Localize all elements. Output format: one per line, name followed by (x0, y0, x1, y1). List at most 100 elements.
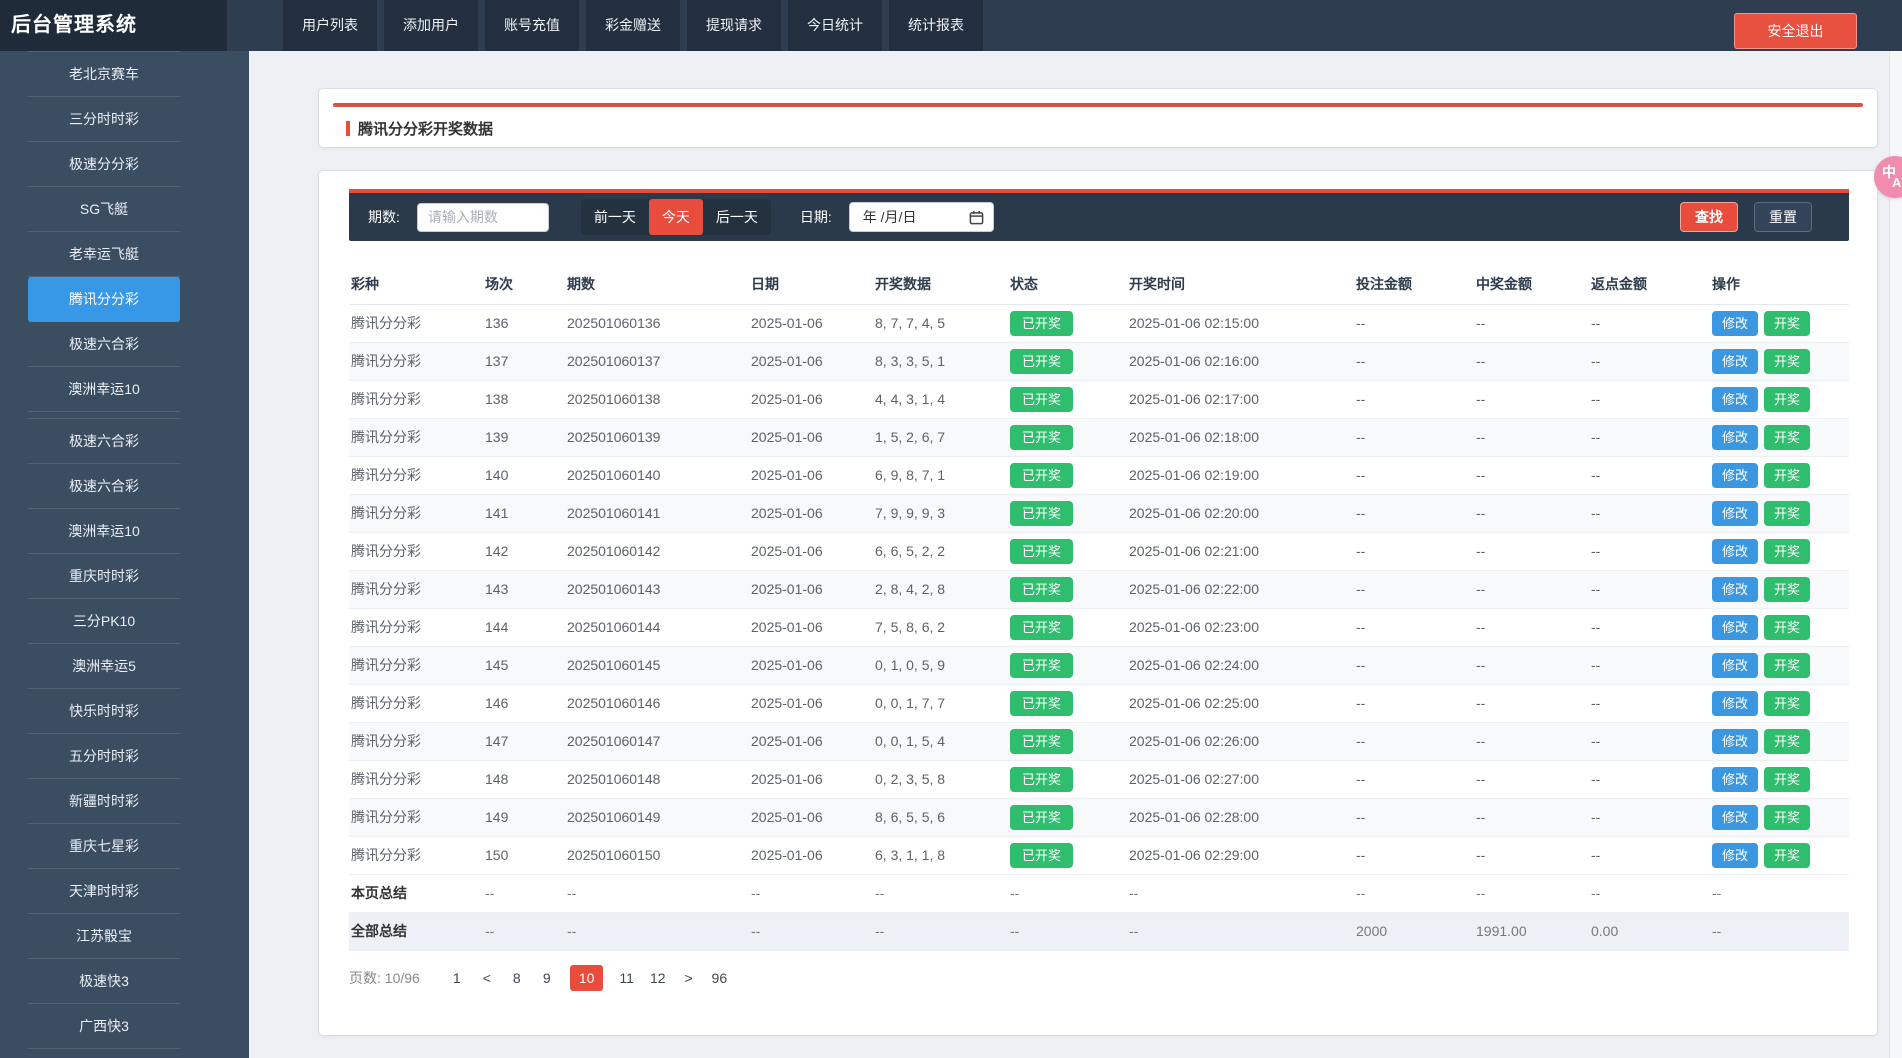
draw-button[interactable]: 开奖 (1764, 425, 1810, 450)
logout-button[interactable]: 安全退出 (1734, 13, 1857, 49)
edit-button[interactable]: 修改 (1712, 501, 1758, 526)
draw-button[interactable]: 开奖 (1764, 501, 1810, 526)
sidebar-item[interactable]: 极速六合彩 (28, 322, 180, 367)
page-button[interactable]: 96 (712, 970, 728, 986)
sidebar-item[interactable]: 快乐时时彩 (28, 689, 180, 734)
sidebar-item[interactable]: 极速分分彩 (28, 142, 180, 187)
draw-button[interactable]: 开奖 (1764, 539, 1810, 564)
page-button[interactable]: 8 (510, 970, 524, 986)
draw-button[interactable]: 开奖 (1764, 843, 1810, 868)
cell-time: 2025-01-06 02:23:00 (1127, 608, 1354, 646)
nav-item[interactable]: 今日统计 (788, 0, 882, 51)
draw-button[interactable]: 开奖 (1764, 387, 1810, 412)
draw-button[interactable]: 开奖 (1764, 577, 1810, 602)
cell-issue: 202501060148 (565, 760, 749, 798)
draw-button[interactable]: 开奖 (1764, 311, 1810, 336)
draw-button[interactable]: 开奖 (1764, 767, 1810, 792)
issue-input[interactable] (417, 203, 549, 232)
edit-button[interactable]: 修改 (1712, 691, 1758, 716)
sidebar-item[interactable]: SG飞艇 (28, 187, 180, 232)
sidebar-item[interactable]: 重庆时时彩 (28, 554, 180, 599)
cell-date: 2025-01-06 (749, 722, 873, 760)
cell-issue: 202501060146 (565, 684, 749, 722)
sidebar-item[interactable]: 极速六合彩 (28, 464, 180, 509)
date-input[interactable]: 年 /月/日 (849, 202, 994, 232)
edit-button[interactable]: 修改 (1712, 729, 1758, 754)
draw-button[interactable]: 开奖 (1764, 729, 1810, 754)
draw-button[interactable]: 开奖 (1764, 691, 1810, 716)
search-button[interactable]: 查找 (1680, 202, 1738, 232)
edit-button[interactable]: 修改 (1712, 767, 1758, 792)
page-button[interactable]: 11 (619, 970, 634, 986)
day-button[interactable]: 前一天 (581, 199, 649, 235)
nav-item[interactable]: 用户列表 (283, 0, 377, 51)
table-row: 腾讯分分彩1462025010601462025-01-060, 0, 1, 7… (349, 684, 1849, 722)
cell-numbers: 8, 3, 3, 5, 1 (873, 342, 1008, 380)
table-body: 腾讯分分彩1362025010601362025-01-068, 7, 7, 4… (349, 304, 1849, 950)
cell-actions: 修改开奖 (1710, 342, 1849, 380)
draw-button[interactable]: 开奖 (1764, 805, 1810, 830)
edit-button[interactable]: 修改 (1712, 463, 1758, 488)
day-button[interactable]: 今天 (649, 199, 703, 235)
nav-item[interactable]: 账号充值 (485, 0, 579, 51)
edit-button[interactable]: 修改 (1712, 653, 1758, 678)
draw-button[interactable]: 开奖 (1764, 349, 1810, 374)
draw-button[interactable]: 开奖 (1764, 615, 1810, 640)
page-button[interactable]: 10 (570, 965, 604, 991)
sidebar-item[interactable]: 三分时时彩 (28, 97, 180, 142)
sidebar-item[interactable]: 腾讯分分彩 (28, 277, 180, 322)
edit-button[interactable]: 修改 (1712, 387, 1758, 412)
cell-rebate: -- (1589, 760, 1710, 798)
edit-button[interactable]: 修改 (1712, 349, 1758, 374)
results-table: 彩种场次期数日期开奖数据状态开奖时间投注金额中奖金额返点金额操作 腾讯分分彩13… (349, 265, 1849, 951)
edit-button[interactable]: 修改 (1712, 539, 1758, 564)
edit-button[interactable]: 修改 (1712, 425, 1758, 450)
sidebar-item[interactable]: 广西快3 (28, 1004, 180, 1049)
cell-actions: 修改开奖 (1710, 494, 1849, 532)
cell-bet: -- (1354, 874, 1474, 912)
page-button[interactable]: 9 (540, 970, 554, 986)
edit-button[interactable]: 修改 (1712, 311, 1758, 336)
nav-item[interactable]: 提现请求 (687, 0, 781, 51)
scrollbar-track[interactable] (1889, 51, 1902, 1058)
sidebar-item[interactable]: 重庆七星彩 (28, 824, 180, 869)
cell-numbers: 2, 8, 4, 2, 8 (873, 570, 1008, 608)
nav-item[interactable]: 统计报表 (889, 0, 983, 51)
prev-page-button[interactable]: < (480, 970, 494, 986)
sidebar-item[interactable]: 江苏骰宝 (28, 914, 180, 959)
sidebar-item[interactable]: 三分PK10 (28, 599, 180, 644)
sidebar-item[interactable]: 老幸运飞艇 (28, 232, 180, 277)
nav-item[interactable]: 添加用户 (384, 0, 478, 51)
page-button[interactable]: 1 (450, 970, 464, 986)
cell-round: 141 (483, 494, 565, 532)
sidebar-item[interactable]: 五分时时彩 (28, 734, 180, 779)
next-page-button[interactable]: > (682, 970, 696, 986)
edit-button[interactable]: 修改 (1712, 805, 1758, 830)
day-button[interactable]: 后一天 (703, 199, 771, 235)
cell-round: 138 (483, 380, 565, 418)
cell-action: -- (1710, 912, 1849, 950)
cell-win: -- (1474, 722, 1589, 760)
edit-button[interactable]: 修改 (1712, 615, 1758, 640)
sidebar-item[interactable]: 极速快3 (28, 959, 180, 1004)
draw-button[interactable]: 开奖 (1764, 463, 1810, 488)
nav-item[interactable]: 彩金赠送 (586, 0, 680, 51)
cell-date: -- (749, 912, 873, 950)
sidebar-item[interactable]: 澳洲幸运5 (28, 644, 180, 689)
edit-button[interactable]: 修改 (1712, 577, 1758, 602)
cell-issue: 202501060147 (565, 722, 749, 760)
column-header: 日期 (749, 265, 873, 304)
sidebar-item[interactable]: 天津时时彩 (28, 869, 180, 914)
sidebar-item[interactable]: 新疆时时彩 (28, 779, 180, 824)
cell-lottery: 腾讯分分彩 (349, 304, 483, 342)
cell-summary-label: 全部总结 (349, 912, 483, 950)
sidebar-item[interactable]: 老北京赛车 (28, 52, 180, 97)
page-button[interactable]: 12 (650, 970, 666, 986)
reset-button[interactable]: 重置 (1754, 202, 1812, 232)
sidebar-item[interactable]: 澳洲幸运10 (28, 367, 180, 412)
cell-lottery: 腾讯分分彩 (349, 380, 483, 418)
sidebar-item[interactable]: 澳洲幸运10 (28, 509, 180, 554)
sidebar-item[interactable]: 极速六合彩 (28, 419, 180, 464)
edit-button[interactable]: 修改 (1712, 843, 1758, 868)
draw-button[interactable]: 开奖 (1764, 653, 1810, 678)
